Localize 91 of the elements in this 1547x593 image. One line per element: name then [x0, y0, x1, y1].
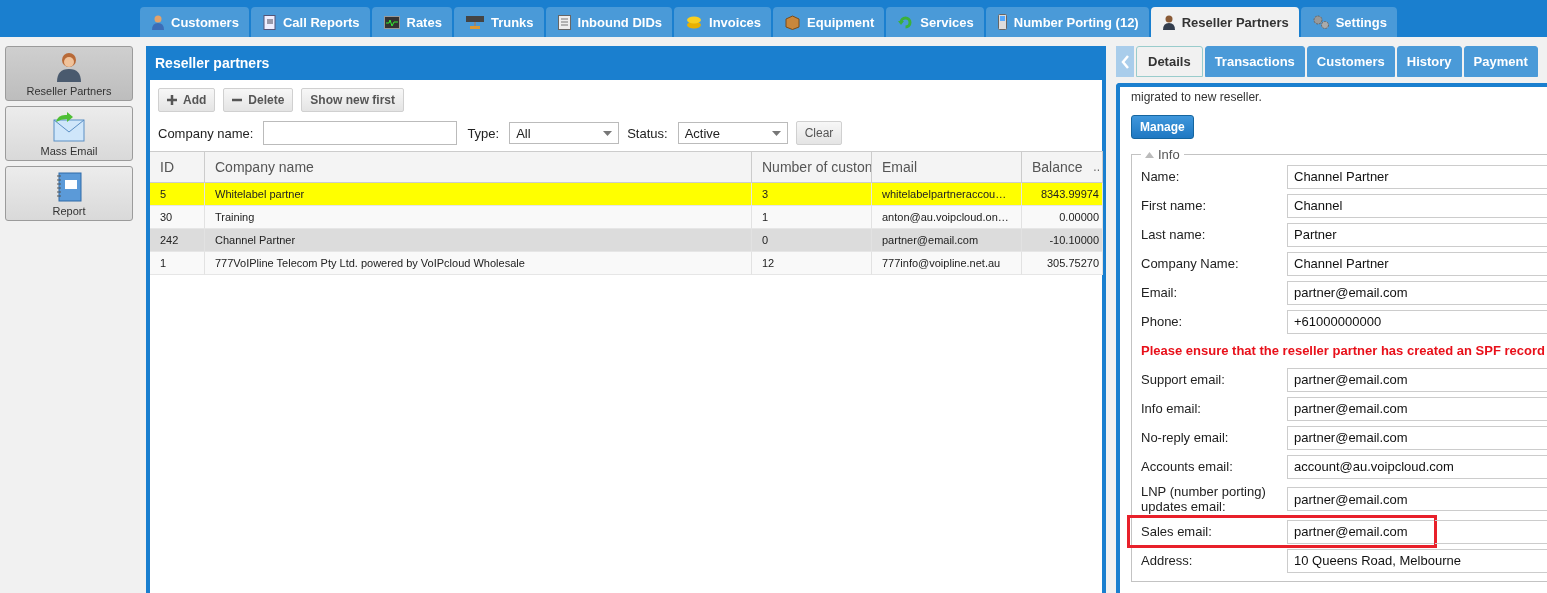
table-cell: 777info@voipline.net.au	[872, 252, 1022, 275]
table-cell: 3	[752, 183, 872, 206]
table-cell: 777VoIPline Telecom Pty Ltd. powered by VoIPcloud Wholesale	[205, 252, 752, 275]
person-icon	[152, 14, 164, 30]
previous-tab-button[interactable]	[1116, 46, 1134, 77]
manage-button[interactable]: Manage	[1131, 115, 1194, 139]
table-cell: Training	[205, 206, 752, 229]
field-label: Address:	[1141, 553, 1194, 568]
field-label: Support email:	[1141, 372, 1226, 387]
table-cell: 1	[150, 252, 205, 275]
column-header[interactable]: Balance ..	[1022, 151, 1103, 183]
field-label: Phone:	[1141, 314, 1184, 329]
column-header[interactable]: Email	[872, 151, 1022, 183]
toolbar-button[interactable]: Show new first	[301, 88, 405, 112]
text-field[interactable]: partner@email.com	[1287, 396, 1547, 421]
field-label: No-reply email:	[1141, 430, 1230, 445]
table-cell: 5	[150, 183, 205, 206]
person-icon	[56, 52, 82, 82]
table-cell: 1	[752, 206, 872, 229]
field-label: LNP (number porting) updates email:	[1141, 484, 1267, 514]
text-field[interactable]: partner@email.com	[1287, 487, 1547, 511]
toolbar-button[interactable]: Delete	[223, 88, 294, 112]
field-label: Email:	[1141, 285, 1179, 300]
status-select[interactable]: Active	[677, 122, 788, 144]
envelope-icon	[53, 112, 85, 142]
text-field[interactable]: partner@email.com	[1287, 519, 1435, 544]
field-label: Company Name:	[1141, 256, 1240, 271]
table-cell: 0	[752, 229, 872, 252]
person-icon	[1162, 14, 1175, 30]
table-cell: Whitelabel partner	[205, 183, 752, 206]
gears-icon	[1312, 15, 1329, 29]
field-label: Sales email:	[1141, 524, 1213, 539]
clear-button[interactable]: Clear	[795, 121, 843, 145]
type-select[interactable]: All	[509, 122, 620, 144]
caret-icon	[603, 130, 613, 136]
field-label: Last name:	[1141, 227, 1207, 242]
table-cell: 0.00000	[1022, 206, 1103, 229]
text-field[interactable]: Channel	[1287, 193, 1547, 218]
filter-label: Type:	[467, 125, 500, 141]
table-cell: 305.75270	[1022, 252, 1103, 275]
section-title: Info	[1158, 147, 1180, 162]
refresh-icon	[898, 14, 914, 30]
text-field[interactable]: +61000000000	[1287, 309, 1547, 334]
column-header[interactable]: Company name	[205, 151, 752, 183]
table-cell: anton@au.voipcloud.on…	[872, 206, 1022, 229]
table-cell: 242	[150, 229, 205, 252]
monitor-icon	[383, 15, 400, 29]
field-label: Info email:	[1141, 401, 1202, 416]
text-field[interactable]: Channel Partner	[1287, 251, 1547, 276]
notebook-icon	[56, 172, 82, 202]
plus-icon	[167, 95, 177, 105]
spf-warning: Please ensure that the reseller partner has created an SPF record	[1141, 342, 1546, 360]
caret-icon	[771, 130, 781, 136]
text-field[interactable]: 10 Queens Road, Melbourne	[1287, 548, 1547, 573]
cabinet-icon	[557, 14, 571, 30]
text-field[interactable]: partner@email.com	[1287, 280, 1547, 305]
box-icon	[785, 14, 801, 30]
text-field[interactable]: partner@email.com	[1287, 367, 1547, 392]
collapse-icon	[1145, 151, 1154, 158]
sidebar-item[interactable]: Mass Email	[5, 106, 133, 161]
field-label: Name:	[1141, 169, 1181, 184]
column-header[interactable]: ID	[150, 151, 205, 183]
network-icon	[465, 15, 484, 29]
field-label: Accounts email:	[1141, 459, 1234, 474]
detail-tab[interactable]: Details	[1136, 46, 1203, 77]
text-field[interactable]: account@au.voipcloud.com	[1287, 454, 1547, 479]
mobile-phone-icon	[997, 14, 1007, 30]
column-header[interactable]: Number of custon	[752, 151, 872, 183]
table-cell: 8343.99974	[1022, 183, 1103, 206]
text-field[interactable]: Channel Partner	[1287, 164, 1547, 189]
table-cell: Channel Partner	[205, 229, 752, 252]
table-cell: whitelabelpartneraccou…	[872, 183, 1022, 206]
table-cell: 12	[752, 252, 872, 275]
company-name-field[interactable]	[263, 121, 458, 145]
notebook-icon	[262, 14, 276, 30]
sidebar-item[interactable]: Report	[5, 166, 133, 221]
text-field[interactable]: Partner	[1287, 222, 1547, 247]
table-cell: 30	[150, 206, 205, 229]
intro-text: migrated to new reseller.	[1131, 89, 1263, 104]
table-cell: -10.10000	[1022, 229, 1103, 252]
toolbar-button[interactable]: Add	[158, 88, 216, 112]
nav-tab[interactable]: Reseller Partners	[1150, 7, 1299, 37]
chevron-left-icon	[1121, 54, 1129, 69]
text-field[interactable]: partner@email.com	[1287, 425, 1547, 450]
filter-label: Company name:	[158, 125, 254, 141]
filter-label: Status:	[627, 125, 668, 141]
table-cell: partner@email.com	[872, 229, 1022, 252]
sidebar-item[interactable]: Reseller Partners	[5, 46, 133, 101]
column-menu[interactable]: ..	[1093, 160, 1100, 174]
field-label: First name:	[1141, 198, 1207, 213]
coins-icon	[686, 15, 703, 29]
